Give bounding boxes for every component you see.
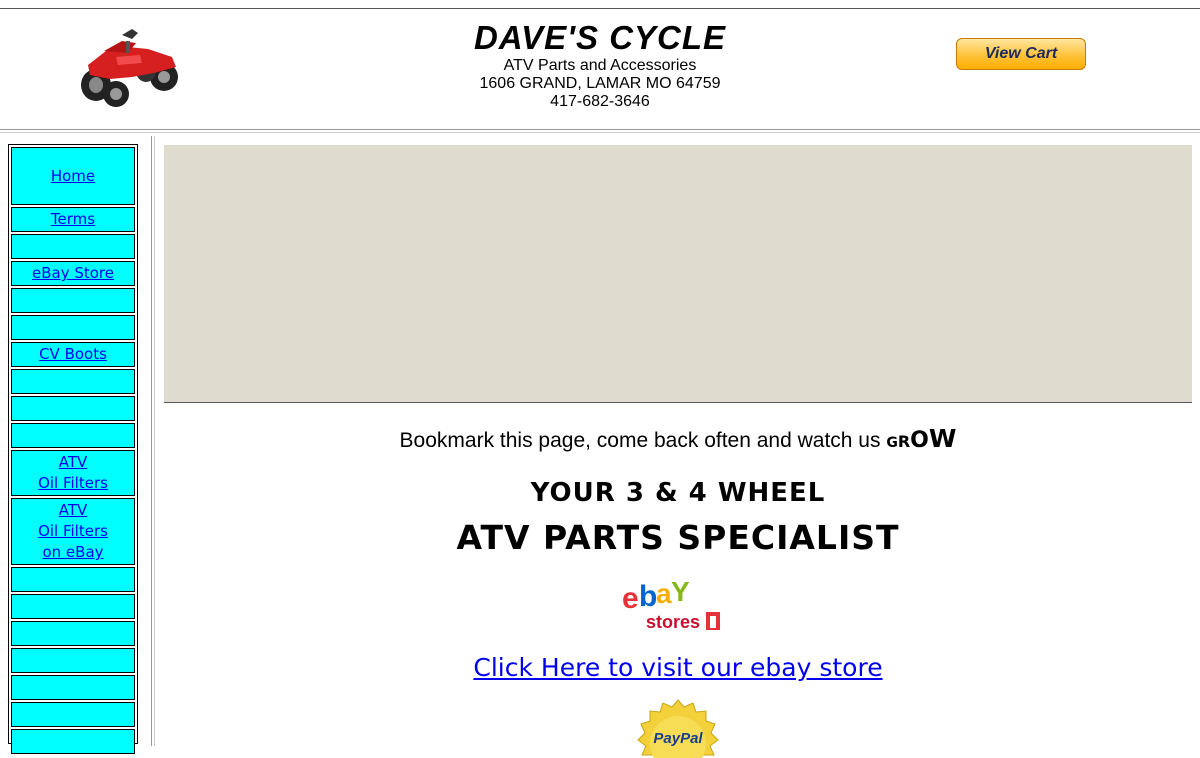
headline-wheel: YOUR 3 & 4 WHEEL <box>530 478 826 508</box>
sidebar-item-9 <box>11 423 135 448</box>
sidebar-item-4 <box>11 288 135 313</box>
ebay-letter-e: e <box>622 582 639 615</box>
sidebar-item-1[interactable]: Terms <box>11 207 135 232</box>
paypal-seal-text: PayPal <box>653 730 703 747</box>
sidebar-link-line: CV Boots <box>39 345 107 363</box>
ebay-store-link[interactable]: Click Here to visit our ebay store <box>473 653 882 682</box>
sidebar-item-14 <box>11 621 135 646</box>
sidebar-link[interactable]: CV Boots <box>39 344 107 365</box>
site-title: DAVE'S CYCLE <box>473 19 727 56</box>
ebay-letter-a: a <box>656 578 672 609</box>
grow-letter: W <box>928 424 957 453</box>
store-phone: 417-682-3646 <box>550 93 650 110</box>
sidebar-link[interactable]: ATV Oil Filters <box>38 452 108 494</box>
grow-letter: O <box>910 428 929 453</box>
sidebar-link-line: on eBay <box>42 543 104 561</box>
ebay-store-link-wrap: Click Here to visit our ebay store <box>164 653 1192 682</box>
sidebar-item-2 <box>11 234 135 259</box>
bookmark-text: Bookmark this page, come back often and … <box>399 429 881 452</box>
view-cart-button[interactable]: View Cart <box>956 38 1086 70</box>
paypal-verified-seal: PayPal <box>637 699 719 758</box>
store-address: 1606 GRAND, LAMAR MO 64759 <box>479 75 721 92</box>
sidebar-item-12 <box>11 567 135 592</box>
ebay-letter-y: Y <box>671 578 690 607</box>
site-header: DAVE'S CYCLE ATV Parts and Accessories 1… <box>0 9 1200 130</box>
sidebar-link[interactable]: ATV Oil Filters on eBay <box>38 500 108 563</box>
sidebar-item-0[interactable]: Home <box>11 147 135 205</box>
sidebar-link-line: Oil Filters <box>38 474 108 492</box>
headline-specialist: ATV PARTS SPECIALIST <box>456 518 900 557</box>
sidebar-link-line: ATV <box>58 453 88 471</box>
ebay-stores-text: stores <box>646 612 700 632</box>
header-divider <box>0 129 1200 133</box>
sidebar-item-11[interactable]: ATV Oil Filters on eBay <box>11 498 135 565</box>
sidebar-link-line: Terms <box>50 210 96 228</box>
grow-letter: R <box>897 432 911 451</box>
site-subtitle: ATV Parts and Accessories <box>503 57 697 74</box>
sidebar-item-7 <box>11 369 135 394</box>
bookmark-message: Bookmark this page, come back often and … <box>164 424 1192 453</box>
sidebar-item-18 <box>11 729 135 754</box>
ebay-stores-logo[interactable]: e b a Y stores <box>620 578 726 634</box>
sidebar-item-15 <box>11 648 135 673</box>
sidebar-item-10[interactable]: ATV Oil Filters <box>11 450 135 496</box>
sidebar-link[interactable]: eBay Store <box>32 263 114 284</box>
ebay-letter-b: b <box>639 580 657 613</box>
sidebar-link-line: ATV <box>58 501 88 519</box>
sidebar-link-line: eBay Store <box>31 264 114 282</box>
grow-word: GROW <box>886 424 956 453</box>
sidebar-item-17 <box>11 702 135 727</box>
sidebar-item-13 <box>11 594 135 619</box>
sidebar-nav: Home Terms eBay Store CV Boots ATV Oil Filter… <box>8 144 138 754</box>
sidebar-item-16 <box>11 675 135 700</box>
sidebar-item-5 <box>11 315 135 340</box>
sidebar-link-line: Home <box>50 166 96 185</box>
sidebar-link-line: Oil Filters <box>38 522 108 540</box>
sidebar-link[interactable]: Home <box>51 166 95 187</box>
sidebar-link[interactable]: Terms <box>51 209 95 230</box>
grow-letter: G <box>886 435 898 451</box>
red-quad-atv-icon <box>81 29 178 107</box>
sidebar-divider <box>151 136 155 746</box>
sidebar-item-6[interactable]: CV Boots <box>11 342 135 367</box>
banner-image-area <box>164 145 1192 403</box>
sidebar-item-3[interactable]: eBay Store <box>11 261 135 286</box>
sidebar-item-8 <box>11 396 135 421</box>
